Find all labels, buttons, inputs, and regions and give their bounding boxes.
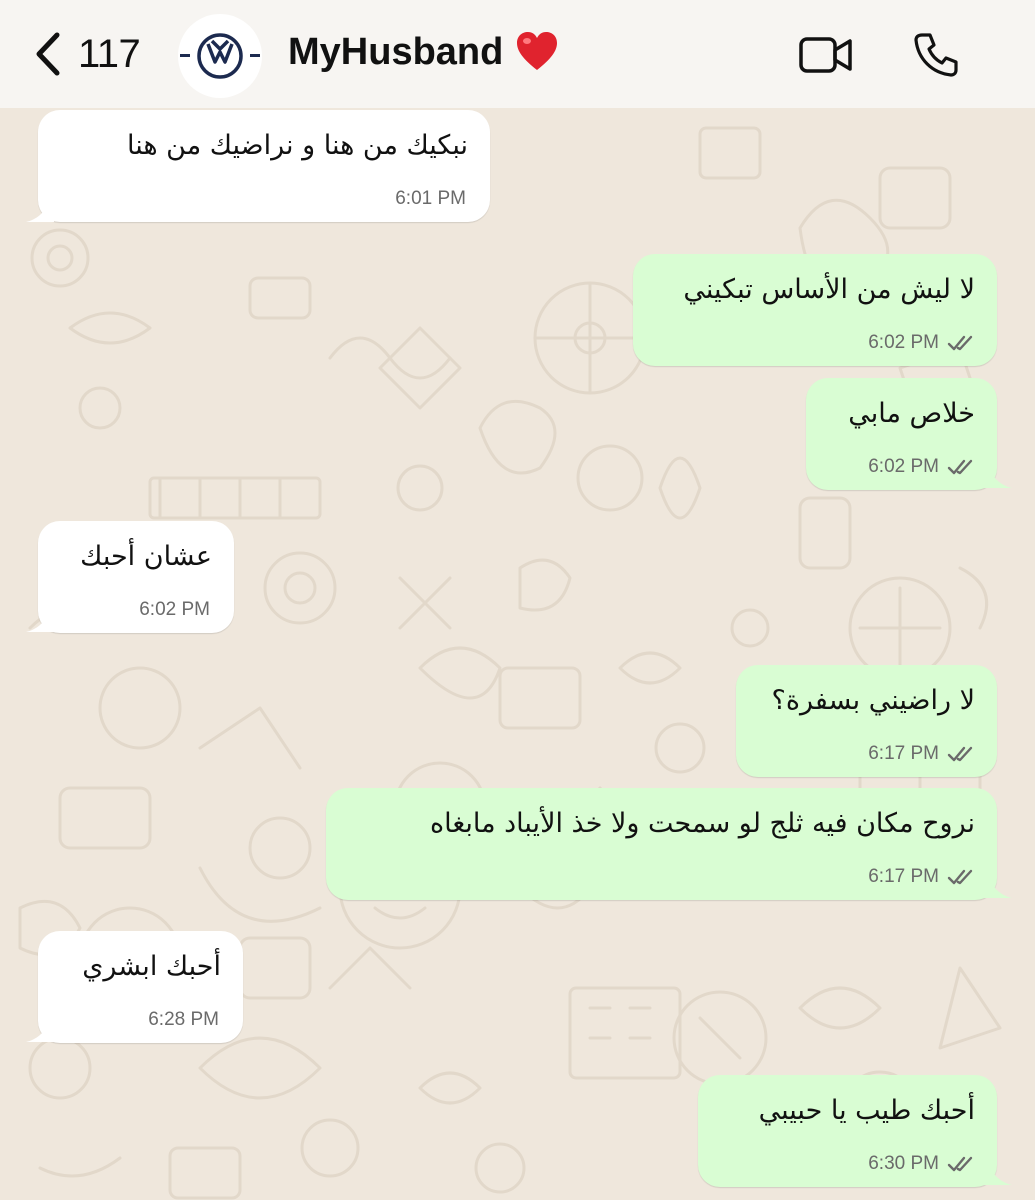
avatar[interactable] [178, 14, 262, 98]
read-receipt-icon [947, 1156, 973, 1172]
avatar-dash-right [250, 54, 260, 57]
volkswagen-logo-icon [197, 33, 243, 79]
phone-icon [914, 33, 958, 77]
read-receipt-icon [947, 335, 973, 351]
message-bubble-outgoing[interactable]: أحبك طيب يا حبيبي 6:30 PM [698, 1075, 997, 1187]
back-button[interactable]: 117 [28, 28, 141, 80]
message-text: أحبك طيب يا حبيبي [758, 1095, 975, 1126]
message-bubble-outgoing[interactable]: لا راضيني بسفرة؟ 6:17 PM [736, 665, 997, 777]
message-bubble-incoming[interactable]: عشان أحبك 6:02 PM [38, 521, 234, 633]
message-text: نروح مكان فيه ثلج لو سمحت ولا خذ الأيباد… [429, 808, 975, 839]
message-time: 6:28 PM [148, 1009, 219, 1030]
message-text: أحبك ابشري [82, 951, 221, 982]
bubble-tail-outgoing [984, 1163, 1012, 1185]
message-text: لا راضيني بسفرة؟ [771, 685, 975, 716]
read-receipt-icon [947, 869, 973, 885]
message-bubble-outgoing[interactable]: لا ليش من الأساس تبكيني 6:02 PM [633, 254, 997, 366]
message-bubble-incoming[interactable]: أحبك ابشري 6:28 PM [38, 931, 243, 1043]
message-time: 6:30 PM [868, 1153, 939, 1174]
message-time: 6:02 PM [868, 332, 939, 353]
bubble-tail-incoming [26, 610, 54, 632]
voice-call-button[interactable] [908, 30, 964, 80]
bubble-tail-incoming [26, 1020, 54, 1042]
message-meta: 6:30 PM [868, 1153, 975, 1175]
video-camera-icon [799, 37, 852, 73]
read-receipt-icon [947, 459, 973, 475]
video-call-button[interactable] [798, 30, 854, 80]
message-time: 6:17 PM [868, 743, 939, 764]
message-time: 6:02 PM [139, 599, 210, 620]
message-meta: 6:02 PM [868, 456, 975, 478]
unread-count: 117 [78, 31, 141, 76]
bubble-tail-incoming [26, 200, 54, 222]
message-bubble-outgoing[interactable]: خلاص مابي 6:02 PM [806, 378, 997, 490]
chat-header: 117 MyHusband [0, 0, 1035, 108]
chevron-left-icon [28, 28, 68, 80]
contact-name: MyHusband [288, 30, 504, 73]
heart-emoji-icon [517, 32, 558, 70]
bubble-tail-outgoing [984, 876, 1012, 898]
message-text: خلاص مابي [848, 398, 975, 429]
message-meta: 6:28 PM [148, 1009, 219, 1031]
message-time: 6:17 PM [868, 866, 939, 887]
message-meta: 6:17 PM [868, 866, 975, 888]
message-text: لا ليش من الأساس تبكيني [683, 274, 975, 305]
message-time: 6:01 PM [395, 188, 466, 209]
avatar-dash-left [180, 54, 190, 57]
message-text: عشان أحبك [80, 541, 212, 572]
message-meta: 6:02 PM [868, 332, 975, 354]
message-meta: 6:01 PM [395, 188, 466, 210]
message-bubble-incoming[interactable]: نبكيك من هنا و نراضيك من هنا 6:01 PM [38, 110, 490, 222]
message-meta: 6:02 PM [139, 599, 210, 621]
contact-name-row[interactable]: MyHusband [288, 30, 559, 74]
bubble-tail-outgoing [984, 466, 1012, 488]
message-meta: 6:17 PM [868, 743, 975, 765]
message-text: نبكيك من هنا و نراضيك من هنا [126, 130, 468, 161]
message-bubble-outgoing[interactable]: نروح مكان فيه ثلج لو سمحت ولا خذ الأيباد… [326, 788, 997, 900]
message-time: 6:02 PM [868, 456, 939, 477]
read-receipt-icon [947, 746, 973, 762]
